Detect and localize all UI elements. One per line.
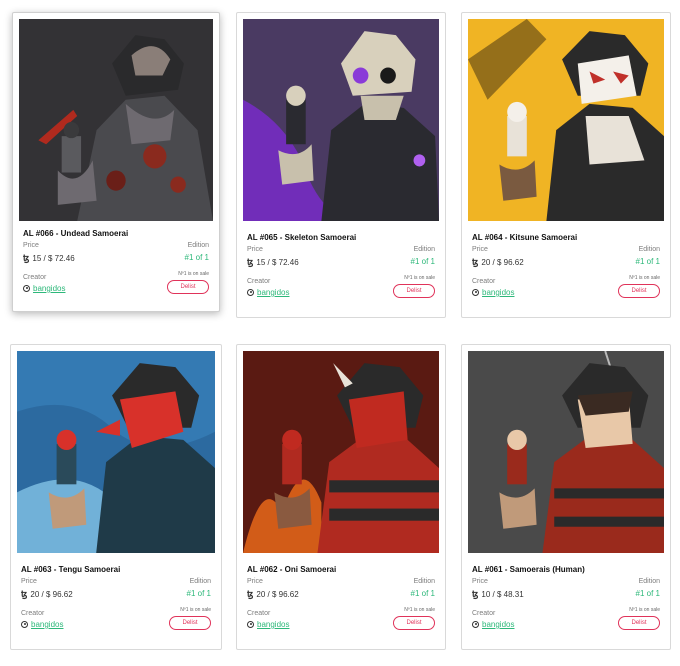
- tezos-icon: ꜩ: [247, 589, 254, 599]
- creator-link[interactable]: bangidos: [257, 288, 289, 297]
- creator-row: bangidos: [472, 288, 514, 297]
- on-sale-note: Nº1 is on sale: [180, 607, 211, 613]
- creator-label: Creator: [23, 274, 47, 281]
- tezos-icon: ꜩ: [472, 589, 479, 599]
- creator-row: bangidos: [247, 288, 289, 297]
- creator-link[interactable]: bangidos: [257, 620, 289, 629]
- edition-label: Edition: [638, 578, 660, 585]
- nft-artwork[interactable]: [243, 19, 439, 221]
- nft-title: AL #061 - Samoerais (Human): [472, 565, 585, 574]
- nft-title: AL #066 - Undead Samoerai: [23, 229, 129, 238]
- edition-value: #1 of 1: [410, 257, 435, 266]
- price-text: 20 / $ 96.62: [481, 258, 524, 267]
- edition-label: Edition: [187, 242, 209, 249]
- price-value: ꜩ 20 / $ 96.62: [247, 589, 299, 600]
- nft-card[interactable]: AL #063 - Tengu Samoerai Price Edition ꜩ…: [10, 344, 222, 650]
- tezos-icon: ꜩ: [472, 257, 479, 267]
- price-label: Price: [472, 246, 488, 253]
- price-label: Price: [21, 578, 37, 585]
- price-label: Price: [472, 578, 488, 585]
- on-sale-note: Nº1 is on sale: [404, 607, 435, 613]
- edition-value: #1 of 1: [635, 589, 660, 598]
- nft-artwork[interactable]: [17, 351, 215, 553]
- price-text: 15 / $ 72.46: [32, 254, 75, 263]
- edition-label: Edition: [189, 578, 211, 585]
- creator-label: Creator: [472, 610, 496, 617]
- nft-title: AL #065 - Skeleton Samoerai: [247, 233, 357, 242]
- edition-value: #1 of 1: [186, 589, 211, 598]
- nft-title: AL #062 - Oni Samoerai: [247, 565, 337, 574]
- edition-value: #1 of 1: [184, 253, 209, 262]
- on-sale-note: Nº1 is on sale: [404, 275, 435, 281]
- delist-button[interactable]: Delist: [618, 616, 660, 630]
- price-label: Price: [247, 246, 263, 253]
- creator-row: bangidos: [247, 620, 289, 629]
- tezos-icon: ꜩ: [247, 257, 254, 267]
- user-icon: [247, 621, 254, 628]
- edition-label: Edition: [413, 246, 435, 253]
- user-icon: [472, 289, 479, 296]
- on-sale-note: Nº1 is on sale: [629, 607, 660, 613]
- price-text: 20 / $ 96.62: [30, 590, 73, 599]
- nft-artwork[interactable]: [243, 351, 439, 553]
- price-text: 15 / $ 72.46: [256, 258, 299, 267]
- delist-button[interactable]: Delist: [169, 616, 211, 630]
- creator-label: Creator: [247, 610, 271, 617]
- price-label: Price: [23, 242, 39, 249]
- nft-card[interactable]: AL #064 - Kitsune Samoerai Price Edition…: [461, 12, 671, 318]
- tezos-icon: ꜩ: [23, 253, 30, 263]
- edition-value: #1 of 1: [410, 589, 435, 598]
- creator-label: Creator: [247, 278, 271, 285]
- price-label: Price: [247, 578, 263, 585]
- price-value: ꜩ 20 / $ 96.62: [21, 589, 73, 600]
- user-icon: [247, 289, 254, 296]
- edition-label: Edition: [413, 578, 435, 585]
- nft-card[interactable]: AL #062 - Oni Samoerai Price Edition ꜩ 2…: [236, 344, 446, 650]
- creator-label: Creator: [21, 610, 45, 617]
- creator-link[interactable]: bangidos: [482, 620, 514, 629]
- nft-artwork[interactable]: [19, 19, 213, 221]
- edition-value: #1 of 1: [635, 257, 660, 266]
- nft-card[interactable]: AL #065 - Skeleton Samoerai Price Editio…: [236, 12, 446, 318]
- nft-card[interactable]: AL #061 - Samoerais (Human) Price Editio…: [461, 344, 671, 650]
- creator-link[interactable]: bangidos: [31, 620, 63, 629]
- creator-link[interactable]: bangidos: [482, 288, 514, 297]
- price-value: ꜩ 15 / $ 72.46: [23, 253, 75, 264]
- user-icon: [472, 621, 479, 628]
- delist-button[interactable]: Delist: [167, 280, 209, 294]
- price-value: ꜩ 20 / $ 96.62: [472, 257, 524, 268]
- creator-row: bangidos: [23, 284, 65, 293]
- user-icon: [23, 285, 30, 292]
- nft-artwork[interactable]: [468, 351, 664, 553]
- edition-label: Edition: [638, 246, 660, 253]
- price-text: 10 / $ 48.31: [481, 590, 524, 599]
- delist-button[interactable]: Delist: [393, 616, 435, 630]
- nft-artwork[interactable]: [468, 19, 664, 221]
- delist-button[interactable]: Delist: [618, 284, 660, 298]
- user-icon: [21, 621, 28, 628]
- nft-title: AL #064 - Kitsune Samoerai: [472, 233, 578, 242]
- price-value: ꜩ 10 / $ 48.31: [472, 589, 524, 600]
- nft-card[interactable]: AL #066 - Undead Samoerai Price Edition …: [12, 12, 220, 312]
- delist-button[interactable]: Delist: [393, 284, 435, 298]
- price-text: 20 / $ 96.62: [256, 590, 299, 599]
- nft-title: AL #063 - Tengu Samoerai: [21, 565, 121, 574]
- creator-label: Creator: [472, 278, 496, 285]
- on-sale-note: Nº1 is on sale: [178, 271, 209, 277]
- price-value: ꜩ 15 / $ 72.46: [247, 257, 299, 268]
- creator-row: bangidos: [472, 620, 514, 629]
- creator-row: bangidos: [21, 620, 63, 629]
- tezos-icon: ꜩ: [21, 589, 28, 599]
- creator-link[interactable]: bangidos: [33, 284, 65, 293]
- on-sale-note: Nº1 is on sale: [629, 275, 660, 281]
